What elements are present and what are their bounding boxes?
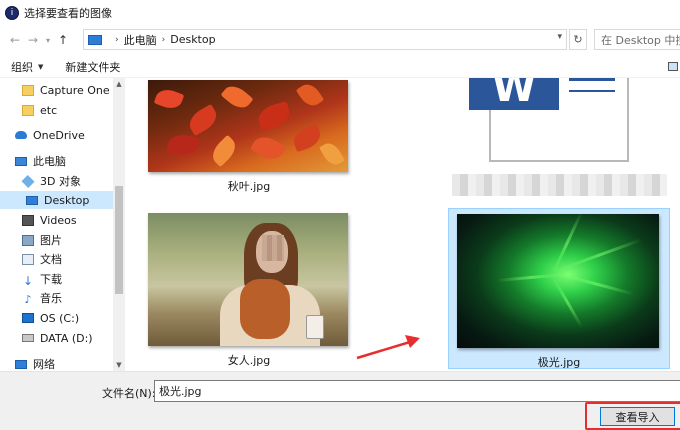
sidebar-item-label: DATA (D:) <box>40 331 93 345</box>
aurora-photo <box>457 214 659 348</box>
sidebar-scrollbar[interactable]: ▲ ▼ <box>113 78 125 371</box>
sidebar-item-label: 网络 <box>33 358 55 371</box>
filename-value: 极光.jpg <box>159 385 202 398</box>
refresh-button[interactable]: ↻ <box>569 29 587 50</box>
sidebar-item-3d-objects[interactable]: 3D 对象 <box>21 172 81 190</box>
search-input[interactable]: 在 Desktop 中搜 <box>594 29 680 50</box>
address-bar[interactable]: › 此电脑 › Desktop ▾ <box>83 29 567 50</box>
title-bar: i 选择要查看的图像 <box>0 0 680 26</box>
new-folder-label: 新建文件夹 <box>65 60 121 74</box>
sidebar-item-label: Desktop <box>44 193 90 207</box>
chevron-right-icon[interactable]: › <box>162 35 166 45</box>
file-name: 秋叶.jpg <box>227 180 271 193</box>
new-folder-button[interactable]: 新建文件夹 <box>65 59 120 75</box>
sidebar-item-label: etc <box>40 103 58 117</box>
desktop-icon <box>26 195 38 205</box>
sidebar-item-desktop[interactable]: Desktop <box>0 191 113 209</box>
music-icon: ♪ <box>24 292 32 306</box>
search-placeholder: 在 Desktop 中搜 <box>601 33 680 47</box>
folder-icon <box>22 84 34 96</box>
sidebar-item-videos[interactable]: Videos <box>22 211 77 229</box>
filename-input[interactable]: 极光.jpg <box>154 380 680 402</box>
sidebar-item-label: 文档 <box>40 253 62 266</box>
file-item-document[interactable]: W <box>456 78 666 168</box>
sidebar-item-label: Capture One C <box>40 83 113 97</box>
sidebar-item-this-pc[interactable]: 此电脑 <box>15 152 66 170</box>
3d-objects-icon <box>21 174 35 188</box>
app-icon: i <box>5 6 19 20</box>
blurred-filename <box>452 174 667 196</box>
sidebar-item-capture-one[interactable]: Capture One C <box>22 81 113 99</box>
navigation-pane: Capture One C etc OneDrive 此电脑 3D 对象 Des… <box>0 78 113 371</box>
chevron-down-icon[interactable]: ▾ <box>557 32 562 42</box>
toolbar: 组织 ▼ 新建文件夹 <box>0 56 680 78</box>
up-arrow-icon[interactable]: ↑ <box>54 30 72 50</box>
file-item-autumn[interactable]: 秋叶.jpg <box>144 78 354 198</box>
video-icon <box>22 214 34 226</box>
word-document-icon: W <box>469 78 629 162</box>
sidebar-item-label: 3D 对象 <box>40 175 81 188</box>
file-name: 极光.jpg <box>537 356 581 369</box>
dialog-footer: 文件名(N): 极光.jpg 查看导入 <box>0 371 680 430</box>
drive-icon <box>22 334 34 342</box>
file-item-aurora[interactable]: 极光.jpg <box>448 208 670 369</box>
scroll-down-arrow-icon[interactable]: ▼ <box>113 359 125 371</box>
breadcrumb-this-pc[interactable]: 此电脑 <box>124 32 157 48</box>
sidebar-item-data-drive[interactable]: DATA (D:) <box>22 329 93 347</box>
window-title: 选择要查看的图像 <box>24 7 112 20</box>
sidebar-item-documents[interactable]: 文档 <box>22 250 62 268</box>
chevron-down-icon[interactable]: ▾ <box>42 30 54 50</box>
autumn-leaves-photo <box>148 80 348 172</box>
picture-icon <box>22 234 34 246</box>
word-logo-icon: W <box>469 78 559 111</box>
chevron-down-icon: ▼ <box>38 62 44 71</box>
navigation-bar: ← → ▾ ↑ › 此电脑 › Desktop ▾ ↻ 在 Desktop 中搜 <box>0 26 680 54</box>
scroll-up-arrow-icon[interactable]: ▲ <box>113 78 125 90</box>
folder-icon <box>22 104 34 116</box>
view-options-icon[interactable] <box>668 62 678 71</box>
sidebar-item-label: Videos <box>40 213 77 227</box>
view-import-button[interactable]: 查看导入 <box>600 407 675 426</box>
sidebar-item-etc[interactable]: etc <box>22 101 57 119</box>
back-arrow-icon[interactable]: ← <box>6 30 24 50</box>
sidebar-item-label: 下载 <box>40 273 62 286</box>
organize-label: 组织 <box>11 60 33 74</box>
sidebar-item-label: 音乐 <box>40 292 62 305</box>
sidebar-item-onedrive[interactable]: OneDrive <box>15 126 85 144</box>
document-icon <box>22 253 34 265</box>
sidebar-item-os-drive[interactable]: OS (C:) <box>22 309 79 327</box>
scroll-thumb[interactable] <box>115 186 123 294</box>
file-name: 女人.jpg <box>227 354 271 367</box>
forward-arrow-icon[interactable]: → <box>24 30 42 50</box>
desktop-icon <box>88 34 102 45</box>
sidebar-item-label: 图片 <box>40 234 62 247</box>
sidebar-item-label: OS (C:) <box>40 311 80 325</box>
download-icon: ↓ <box>22 273 34 288</box>
sidebar-item-label: OneDrive <box>33 128 85 142</box>
os-drive-icon <box>22 313 34 323</box>
chevron-right-icon[interactable]: › <box>115 35 119 45</box>
file-item-woman[interactable]: 女人.jpg <box>144 210 354 370</box>
cloud-icon <box>15 131 27 139</box>
sidebar-item-downloads[interactable]: ↓ 下载 <box>22 270 62 288</box>
sidebar-item-music[interactable]: ♪ 音乐 <box>22 289 62 307</box>
sidebar-item-network[interactable]: 网络 <box>15 355 55 371</box>
file-list: 秋叶.jpg W 女人.jpg 极光.jpg <box>126 78 680 371</box>
sidebar-item-label: 此电脑 <box>33 155 66 168</box>
pc-icon <box>15 156 27 166</box>
woman-portrait-photo <box>148 213 348 346</box>
organize-menu[interactable]: 组织 ▼ <box>11 59 43 75</box>
filename-label: 文件名(N): <box>102 387 156 400</box>
network-icon <box>15 359 27 369</box>
sidebar-item-pictures[interactable]: 图片 <box>22 231 62 249</box>
breadcrumb-desktop[interactable]: Desktop <box>170 33 215 46</box>
